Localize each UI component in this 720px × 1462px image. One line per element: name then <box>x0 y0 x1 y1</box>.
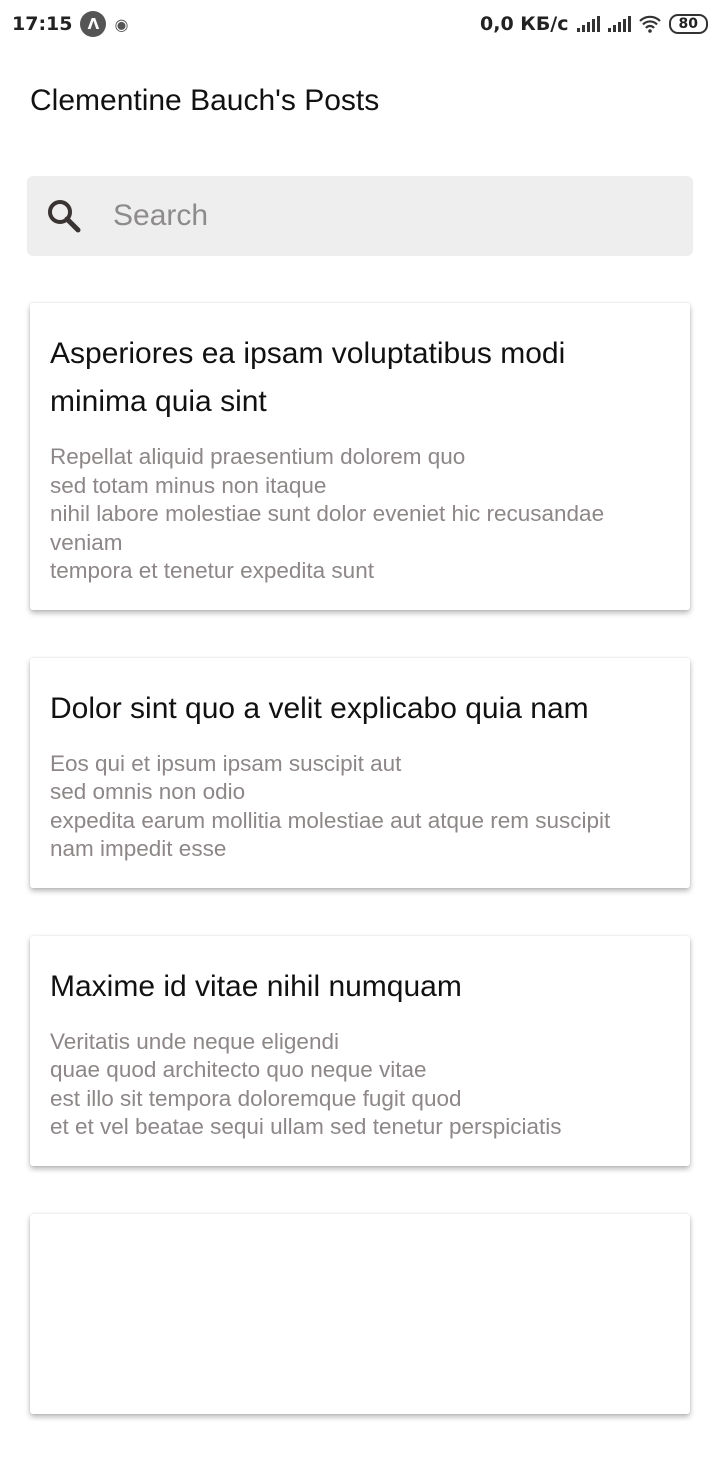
clock: 17:15 <box>12 13 73 35</box>
signal-icon-2 <box>607 16 631 32</box>
post-card[interactable] <box>30 1213 690 1414</box>
post-title: Dolor sint quo a velit explicabo quia na… <box>50 691 589 725</box>
app-notification-icon: Λ <box>80 11 107 37</box>
post-card[interactable]: Dolor sint quo a velit explicabo quia na… <box>30 657 690 888</box>
sync-notification-icon: ◉ <box>114 14 129 34</box>
post-title: Asperiores ea ipsam voluptatibus modi mi… <box>50 337 566 418</box>
search-icon <box>48 200 81 233</box>
post-card[interactable]: Asperiores ea ipsam voluptatibus modi mi… <box>30 303 690 610</box>
status-bar: 17:15 Λ ◉ 0,0 КБ/с 80 <box>0 0 720 48</box>
post-body: Repellat aliquid praesentium dolorem quo… <box>50 444 605 583</box>
post-title: Maxime id vitae nihil numquam <box>50 969 462 1003</box>
page-title: Clementine Bauch's Posts <box>30 84 380 117</box>
post-card[interactable]: Maxime id vitae nihil numquam Veritatis … <box>30 935 690 1166</box>
search-bar[interactable] <box>27 176 693 256</box>
wifi-icon <box>638 15 661 33</box>
search-input[interactable] <box>111 198 615 234</box>
signal-icon-1 <box>576 16 600 32</box>
post-body: Eos qui et ipsum ipsam suscipit aut sed … <box>50 750 611 862</box>
post-body: Veritatis unde neque eligendi quae quod … <box>50 1028 562 1140</box>
posts-list: Asperiores ea ipsam voluptatibus modi mi… <box>30 303 690 1462</box>
battery-indicator: 80 <box>668 14 708 34</box>
network-speed: 0,0 КБ/с <box>480 13 569 35</box>
